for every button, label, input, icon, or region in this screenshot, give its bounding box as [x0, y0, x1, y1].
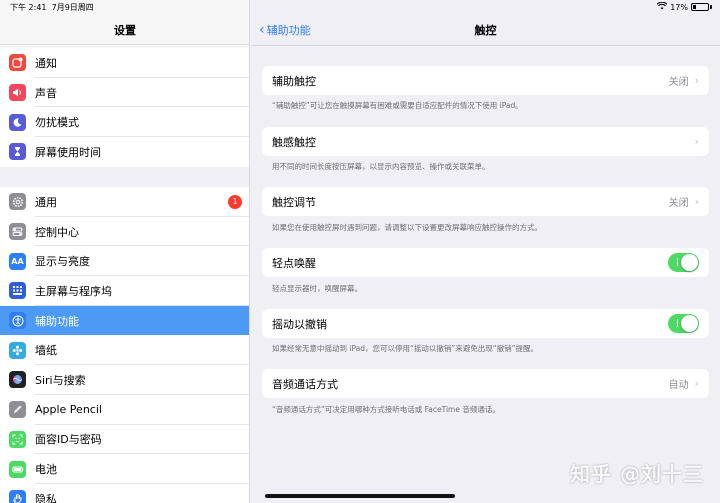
sidebar-group-1: 通知 声音 勿扰模式 屏幕使用时间 — [0, 48, 249, 167]
hourglass-icon — [9, 143, 26, 161]
face-id-icon — [9, 430, 26, 448]
setting-label: 辅助触控 — [272, 74, 316, 88]
sidebar-item-label: 勿扰模式 — [35, 116, 79, 130]
chevron-right-icon: › — [694, 135, 699, 148]
setting-tap-to-wake: 轻点唤醒 — [262, 248, 709, 277]
setting-assistive-touch[interactable]: 辅助触控 关闭 › — [262, 66, 709, 95]
page-title: 触控 — [474, 24, 497, 37]
setting-shake-to-undo: 摇动以撤销 — [262, 309, 709, 338]
sidebar-item-face-id[interactable]: 面容ID与密码 — [0, 425, 249, 455]
setting-value: 自动 — [668, 380, 689, 391]
siri-icon — [9, 371, 26, 389]
sidebar-item-label: 电池 — [35, 463, 57, 477]
sidebar-item-label: 通知 — [35, 56, 57, 70]
notification-badge: 1 — [228, 194, 242, 209]
setting-footer: 轻点显示器时，唤醒屏幕。 — [272, 284, 362, 293]
sidebar-item-label: 声音 — [35, 86, 57, 100]
setting-footer: “音频通话方式”可决定用哪种方式接听电话或 FaceTime 音频通话。 — [272, 405, 500, 414]
sidebar-item-siri[interactable]: Siri与搜索 — [0, 365, 249, 395]
sidebar-item-label: 屏幕使用时间 — [35, 145, 101, 159]
notifications-icon — [9, 54, 26, 72]
setting-footer: 如果您在使用触控屏时遇到问题，请调整以下设置更改屏幕响应触控操作的方式。 — [272, 223, 542, 232]
setting-label: 触控调节 — [272, 195, 316, 209]
sidebar-item-label: 墙纸 — [35, 344, 57, 358]
tap-to-wake-toggle[interactable] — [668, 253, 699, 272]
setting-label: 摇动以撤销 — [272, 317, 327, 331]
sidebar-item-do-not-disturb[interactable]: 勿扰模式 — [0, 107, 249, 137]
privacy-hand-icon — [9, 490, 26, 503]
sidebar-item-label: 辅助功能 — [35, 314, 79, 328]
setting-value: 关闭 — [668, 198, 689, 209]
wifi-icon — [656, 1, 668, 12]
sidebar-group-2: 通用 1 控制中心 AA 显示与亮度 主屏幕与程序坞 辅助功能 墙纸 Siri与… — [0, 187, 249, 503]
chevron-right-icon: › — [694, 195, 699, 208]
shake-to-undo-toggle[interactable] — [668, 314, 699, 333]
pencil-icon — [9, 401, 26, 419]
chevron-right-icon: › — [694, 74, 699, 87]
setting-call-audio-routing[interactable]: 音频通话方式 自动 › — [262, 369, 709, 398]
sidebar-item-general[interactable]: 通用 1 — [0, 187, 249, 217]
sidebar-item-label: 隐私 — [35, 492, 57, 503]
home-screen-icon — [9, 282, 26, 300]
setting-footer: 如果经常无意中摇动到 iPad，您可以停用“摇动以撤销”来避免出现“撤销”提醒。 — [272, 344, 539, 353]
battery-icon — [9, 460, 26, 478]
sidebar-item-label: 主屏幕与程序坞 — [35, 284, 112, 298]
sidebar-item-label: Apple Pencil — [35, 403, 102, 417]
gear-icon — [9, 193, 26, 211]
sidebar-item-apple-pencil[interactable]: Apple Pencil — [0, 395, 249, 425]
sidebar-item-label: 通用 — [35, 195, 57, 209]
home-indicator[interactable] — [265, 494, 455, 498]
watermark: 知乎 @刘十三 — [570, 462, 704, 486]
sidebar-item-battery[interactable]: 电池 — [0, 454, 249, 484]
settings-sidebar: 设置 通知 声音 勿扰模式 屏幕使用时间 通用 1 控制中心 AA 显示与亮度 … — [0, 0, 250, 503]
sidebar-item-sounds[interactable]: 声音 — [0, 78, 249, 108]
sidebar-item-screen-time[interactable]: 屏幕使用时间 — [0, 137, 249, 167]
sidebar-item-accessibility[interactable]: 辅助功能 — [0, 305, 249, 336]
sidebar-item-label: 面容ID与密码 — [35, 433, 102, 447]
accessibility-icon — [9, 312, 26, 330]
setting-label: 音频通话方式 — [272, 377, 338, 391]
status-right: 17% — [656, 1, 712, 12]
sidebar-item-home-screen[interactable]: 主屏幕与程序坞 — [0, 276, 249, 306]
control-center-icon — [9, 223, 26, 241]
battery-status-icon — [691, 3, 709, 11]
sidebar-item-wallpaper[interactable]: 墙纸 — [0, 335, 249, 365]
moon-icon — [9, 113, 26, 131]
status-time: 下午 2:41 7月9日周四 — [10, 3, 94, 12]
sidebar-item-notifications[interactable]: 通知 — [0, 48, 249, 78]
battery-percent: 17% — [670, 2, 688, 12]
sound-icon — [9, 84, 26, 102]
wallpaper-icon — [9, 341, 26, 359]
sidebar-item-label: Siri与搜索 — [35, 373, 86, 387]
nav-bar: ‹ 辅助功能 触控 — [251, 14, 720, 46]
setting-footer: “辅助触控”可让您在触摸屏幕有困难或需要自适应配件的情况下使用 iPad。 — [272, 101, 523, 110]
setting-haptic-touch[interactable]: 触感触控 › — [262, 127, 709, 156]
sidebar-item-control-center[interactable]: 控制中心 — [0, 217, 249, 247]
sidebar-item-privacy[interactable]: 隐私 — [0, 484, 249, 503]
setting-touch-accommodations[interactable]: 触控调节 关闭 › — [262, 187, 709, 216]
display-icon: AA — [9, 252, 26, 270]
setting-footer: 用不同的时间长度按压屏幕，以显示内容预览、操作或关联菜单。 — [272, 162, 490, 171]
setting-label: 轻点唤醒 — [272, 256, 316, 270]
status-bar: 下午 2:41 7月9日周四 17% — [0, 0, 720, 14]
setting-label: 触感触控 — [272, 135, 316, 149]
chevron-right-icon: › — [694, 377, 699, 390]
setting-value: 关闭 — [668, 77, 689, 88]
sidebar-title: 设置 — [114, 24, 136, 37]
sidebar-item-label: 显示与亮度 — [35, 255, 90, 269]
sidebar-item-label: 控制中心 — [35, 225, 79, 239]
touch-settings-panel: ‹ 辅助功能 触控 辅助触控 关闭 › “辅助触控”可让您在触摸屏幕有困难或需要… — [251, 0, 720, 503]
sidebar-item-display[interactable]: AA 显示与亮度 — [0, 246, 249, 276]
